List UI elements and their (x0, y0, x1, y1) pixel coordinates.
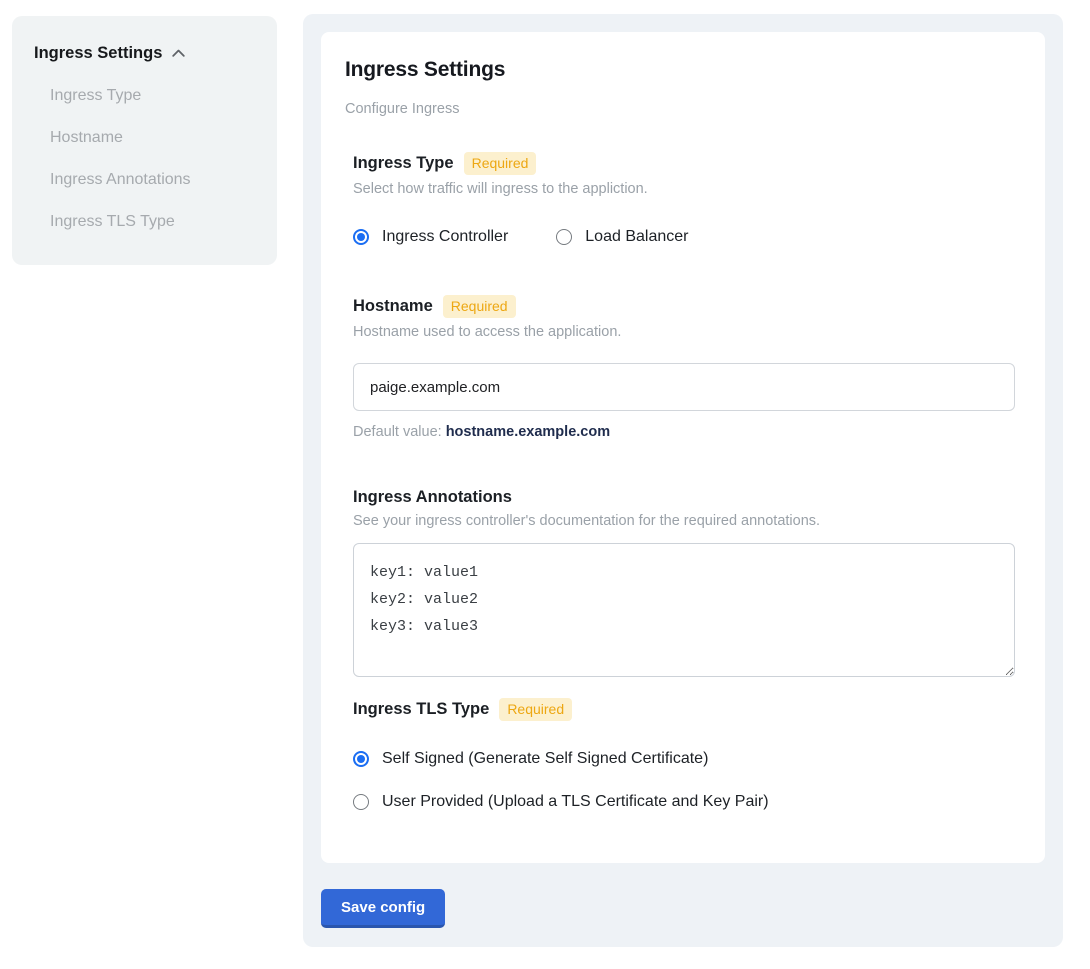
hostname-default-value: hostname.example.com (446, 424, 610, 440)
sidebar-group-ingress-settings[interactable]: Ingress Settings (34, 44, 255, 63)
hostname-input[interactable] (353, 363, 1015, 411)
hostname-label: Hostname (353, 297, 433, 316)
save-config-button[interactable]: Save config (321, 889, 445, 928)
radio-load-balancer[interactable]: Load Balancer (556, 228, 688, 246)
radio-label: User Provided (Upload a TLS Certificate … (382, 793, 769, 811)
radio-icon (353, 794, 369, 810)
ingress-type-description: Select how traffic will ingress to the a… (353, 181, 1015, 197)
section-hostname: Hostname Required Hostname used to acces… (353, 295, 1015, 440)
hostname-description: Hostname used to access the application. (353, 324, 1015, 340)
radio-self-signed[interactable]: Self Signed (Generate Self Signed Certif… (353, 750, 1015, 768)
hostname-default-hint: Default value: hostname.example.com (353, 424, 1015, 440)
page-title: Ingress Settings (345, 58, 1015, 82)
sidebar-group-label: Ingress Settings (34, 44, 162, 63)
ingress-annotations-description: See your ingress controller's documentat… (353, 513, 1015, 529)
required-badge: Required (499, 698, 572, 721)
required-badge: Required (443, 295, 516, 318)
radio-icon (353, 229, 369, 245)
radio-user-provided[interactable]: User Provided (Upload a TLS Certificate … (353, 793, 1015, 811)
radio-label: Load Balancer (585, 228, 688, 246)
sidebar-item-hostname[interactable]: Hostname (50, 129, 255, 147)
radio-label: Self Signed (Generate Self Signed Certif… (382, 750, 708, 768)
sidebar-item-ingress-type[interactable]: Ingress Type (50, 87, 255, 105)
hostname-default-prefix: Default value: (353, 424, 446, 440)
ingress-type-label: Ingress Type (353, 154, 454, 173)
required-badge: Required (464, 152, 537, 175)
radio-icon (556, 229, 572, 245)
ingress-settings-card: Ingress Settings Configure Ingress Ingre… (321, 32, 1045, 863)
ingress-annotations-label: Ingress Annotations (353, 488, 512, 507)
radio-label: Ingress Controller (382, 228, 508, 246)
settings-sidebar: Ingress Settings Ingress Type Hostname I… (12, 16, 277, 265)
chevron-up-icon (170, 45, 187, 62)
ingress-annotations-textarea[interactable]: key1: value1 key2: value2 key3: value3 (353, 543, 1015, 677)
radio-icon (353, 751, 369, 767)
ingress-tls-type-label: Ingress TLS Type (353, 700, 489, 719)
section-ingress-annotations: Ingress Annotations See your ingress con… (353, 488, 1015, 677)
section-ingress-tls-type: Ingress TLS Type Required Self Signed (G… (353, 698, 1015, 811)
section-ingress-type: Ingress Type Required Select how traffic… (353, 152, 1015, 246)
radio-ingress-controller[interactable]: Ingress Controller (353, 228, 508, 246)
page-subtitle: Configure Ingress (345, 101, 1015, 117)
sidebar-item-ingress-tls-type[interactable]: Ingress TLS Type (50, 213, 255, 231)
ingress-settings-panel: Ingress Settings Configure Ingress Ingre… (303, 14, 1063, 947)
sidebar-item-ingress-annotations[interactable]: Ingress Annotations (50, 171, 255, 189)
